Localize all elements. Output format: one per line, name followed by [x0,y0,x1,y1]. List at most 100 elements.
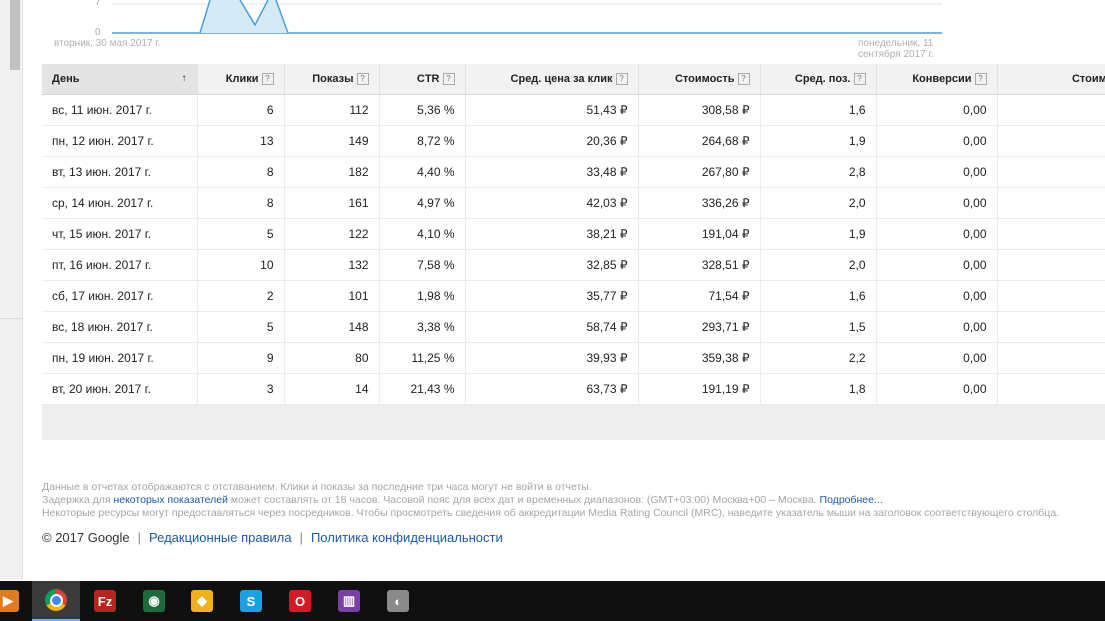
table-cell [997,156,1105,188]
table-cell: 4,10 % [379,218,466,250]
report-table: День ↑ Клики? Показы? CTR? Сред. цена за клик… [42,64,1105,405]
column-header[interactable]: Клики? [197,64,285,95]
note-text: Задержка для [42,494,114,506]
help-icon[interactable]: ? [356,73,369,86]
table-row: вс, 11 июн. 2017 г. 6 112 5,36 % 51,43 ₽308,… [42,94,1105,126]
separator: | [299,530,303,545]
table-cell: 42,03 ₽ [465,187,639,219]
table-cell: 4,97 % [379,187,466,219]
table-cell: 191,19 ₽ [638,373,761,405]
table-cell: 0,00 [876,94,998,126]
column-header[interactable]: CTR? [379,64,466,95]
table-cell: 161 [284,187,380,219]
table-cell: 267,80 ₽ [638,156,761,188]
table-cell [997,187,1105,219]
table-cell [997,249,1105,281]
column-header[interactable]: Стоимость? [638,64,761,95]
column-header[interactable]: Стоимость [997,64,1105,95]
app-colorful-icon: ◆ [191,590,213,612]
help-icon[interactable]: ? [261,73,274,86]
help-icon[interactable]: ? [737,73,750,86]
table-cell: 0,00 [876,125,998,157]
taskbar-app-colorful-button[interactable]: ◆ [178,581,226,621]
table-cell: 21,43 % [379,373,466,405]
column-header-label: Стоимость [1071,73,1105,85]
chrome-icon [45,589,67,611]
note-text: может составлять от 18 часов. Часовой по… [228,494,820,506]
table-cell: 71,54 ₽ [638,280,761,312]
table-cell: 13 [197,125,285,157]
table-cell: 0,00 [876,187,998,219]
table-cell: 80 [284,342,380,374]
table-cell: 1,6 [760,94,877,126]
table-cell: вт, 13 июн. 2017 г. [42,156,198,188]
column-header[interactable]: Сред. цена за клик? [465,64,639,95]
learn-more-link[interactable]: Подробнее... [820,494,883,506]
table-header-row: День ↑ Клики? Показы? CTR? Сред. цена за клик… [42,64,1105,95]
column-header[interactable]: Сред. поз.? [760,64,877,95]
table-cell: ср, 14 июн. 2017 г. [42,187,198,219]
table-cell: 3 [197,373,285,405]
help-icon[interactable]: ? [442,73,455,86]
help-icon[interactable]: ? [974,73,987,86]
table-row: пн, 19 июн. 2017 г. 9 80 11,25 % 39,93 ₽359,… [42,342,1105,374]
table-cell [997,373,1105,405]
table-row: вт, 13 июн. 2017 г. 8 182 4,40 % 33,48 ₽267,… [42,156,1105,188]
report-notes: Данные в отчетах отображаются с отставан… [42,481,1105,520]
table-cell: 2 [197,280,285,312]
table-cell: 33,48 ₽ [465,156,639,188]
table-row: пн, 12 июн. 2017 г. 13 149 8,72 % 20,36 ₽264… [42,125,1105,157]
report-table-container: День ↑ Клики? Показы? CTR? Сред. цена за клик… [42,64,1105,440]
note-line-3: Некоторые ресурсы могут предоставляться … [42,507,1060,519]
taskbar-filezilla-button[interactable]: Fz [81,581,129,621]
table-cell: 148 [284,311,380,343]
table-cell: 51,43 ₽ [465,94,639,126]
privacy-policy-link[interactable]: Политика конфиденциальности [311,530,503,545]
help-icon[interactable]: ? [615,73,628,86]
taskbar-skype-button[interactable]: S [227,581,275,621]
taskbar-app-green-button[interactable]: ◉ [130,581,178,621]
table-cell: 2,2 [760,342,877,374]
column-header[interactable]: Конверсии? [876,64,998,95]
table-cell: 0,00 [876,280,998,312]
taskbar-app-gray-button[interactable]: ◐ [374,581,422,621]
column-header-label: Стоимость [674,72,735,85]
table-cell: 0,00 [876,342,998,374]
table-cell: 1,5 [760,311,877,343]
some-metrics-link[interactable]: некоторых показателей [113,494,228,506]
divider [0,318,22,319]
taskbar-opera-button[interactable]: O [276,581,324,621]
table-cell: 2,0 [760,187,877,219]
table-cell: 0,00 [876,156,998,188]
taskbar-chrome-button[interactable] [32,581,80,621]
sort-arrow-icon[interactable]: ↑ [182,73,187,84]
help-icon[interactable]: ? [853,73,866,86]
table-cell: 63,73 ₽ [465,373,639,405]
table-cell [997,125,1105,157]
table-cell [997,218,1105,250]
table-cell: пн, 19 июн. 2017 г. [42,342,198,374]
table-cell: сб, 17 июн. 2017 г. [42,280,198,312]
chart-svg [112,0,942,34]
table-cell: 8 [197,156,285,188]
table-cell: 122 [284,218,380,250]
chart-end-date: понедельник, 11 сентября 2017 г. [858,38,934,60]
table-cell: вт, 20 июн. 2017 г. [42,373,198,405]
column-header[interactable]: Показы? [284,64,380,95]
column-header[interactable]: День ↑ [42,64,198,95]
table-cell: 58,74 ₽ [465,311,639,343]
table-cell [997,280,1105,312]
column-header-label: CTR [416,72,440,85]
table-cell: 39,93 ₽ [465,342,639,374]
editorial-policy-link[interactable]: Редакционные правила [149,530,292,545]
table-cell: 32,85 ₽ [465,249,639,281]
table-cell: вс, 11 июн. 2017 г. [42,94,198,126]
taskbar-app-purple-button[interactable]: ▥ [325,581,373,621]
left-scrollbar[interactable] [0,0,23,580]
taskbar-media-player-button[interactable]: ▶ [0,581,32,621]
table-cell: 5 [197,218,285,250]
chart-start-date: вторник, 30 мая 2017 г. [54,38,161,49]
scrollbar-thumb[interactable] [10,0,20,70]
filezilla-icon: Fz [94,590,116,612]
table-cell: 112 [284,94,380,126]
